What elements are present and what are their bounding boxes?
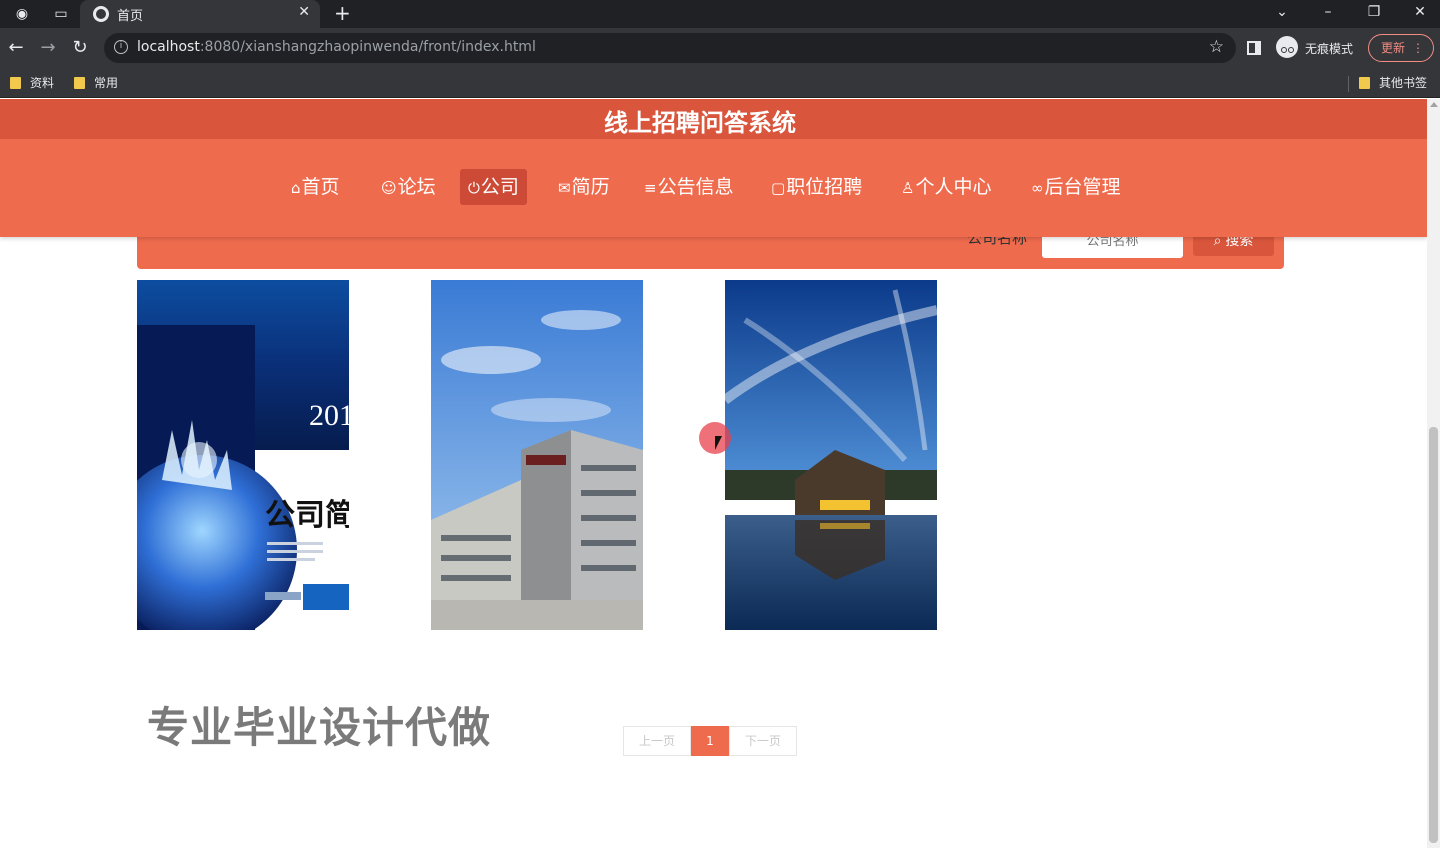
bookmark-folder-2[interactable]: 常用	[72, 74, 118, 92]
incognito-label: 无痕模式	[1305, 42, 1354, 56]
company-brochure-image: 201X 公司简介	[137, 280, 349, 630]
company-card-3[interactable]	[725, 280, 937, 630]
nav-label: 职位招聘	[786, 176, 863, 198]
link-icon: ∞	[1031, 179, 1044, 197]
nav-item-forum[interactable]: ☺论坛	[373, 169, 444, 205]
next-page-button[interactable]: 下一页	[729, 726, 797, 756]
nav-label: 公告信息	[657, 176, 734, 198]
list-icon: ≡	[644, 179, 657, 197]
bookmark-divider	[1348, 76, 1349, 92]
restore-icon[interactable]: ❐	[1364, 2, 1384, 22]
company-card-2[interactable]	[431, 280, 643, 630]
update-button[interactable]: 更新 ⋮	[1368, 34, 1434, 62]
square-icon: ▢	[771, 179, 786, 197]
tab-search-icon[interactable]: ▭	[52, 5, 70, 23]
home-icon: ⌂	[291, 179, 301, 197]
nav-item-company[interactable]: ⏻公司	[460, 169, 527, 205]
chat-icon: ☺	[381, 179, 397, 197]
nav-label: 首页	[301, 176, 340, 198]
page-number-current[interactable]: 1	[691, 726, 729, 756]
office-building-image	[431, 280, 643, 630]
info-icon[interactable]: i	[114, 40, 128, 54]
other-bookmarks-folder[interactable]: 其他书签	[1357, 74, 1427, 92]
nav-item-profile[interactable]: ♙个人中心	[893, 169, 999, 205]
main-nav: ⌂首页 ☺论坛 ⏻公司 ✉简历 ≡公告信息 ▢职位招聘 ♙个人中心 ∞后台管理	[0, 169, 1427, 205]
brochure-banner-text: 201X	[309, 399, 349, 432]
bookmark-star-icon[interactable]: ☆	[1209, 37, 1224, 57]
lakeside-building-image	[725, 280, 937, 630]
nav-item-jobs[interactable]: ▢职位招聘	[763, 169, 870, 205]
nav-item-resume[interactable]: ✉简历	[550, 169, 618, 205]
power-icon: ⏻	[468, 179, 480, 197]
nav-label: 简历	[571, 176, 610, 198]
nav-label: 个人中心	[915, 176, 992, 198]
browser-tab-bar: ◉ ▭ 首页 ✕ + ⌄ – ❐ ✕	[0, 0, 1440, 28]
url-text[interactable]: localhost:8080/xianshangzhaopinwenda/fro…	[137, 39, 536, 55]
minimize-icon[interactable]: –	[1318, 2, 1338, 22]
nav-item-admin[interactable]: ∞后台管理	[1023, 169, 1129, 205]
user-icon: ♙	[901, 179, 915, 197]
bookmarks-bar: 资料 常用 其他书签	[0, 68, 1440, 98]
close-tab-icon[interactable]: ✕	[298, 4, 310, 20]
update-label: 更新	[1381, 41, 1406, 55]
nav-item-announcements[interactable]: ≡公告信息	[636, 169, 742, 205]
chevron-down-icon[interactable]: ⌄	[1272, 2, 1292, 22]
side-panel-icon[interactable]	[1247, 41, 1261, 55]
browser-toolbar: ← → ↻ i localhost:8080/xianshangzhaopinw…	[0, 28, 1440, 68]
title-bar: 线上招聘问答系统	[0, 99, 1427, 139]
incognito-icon[interactable]	[1276, 36, 1298, 58]
tab-title: 首页	[117, 9, 144, 24]
more-menu-icon[interactable]: ⋮	[1412, 35, 1424, 61]
mail-icon: ✉	[558, 179, 571, 197]
brochure-caption: 公司简介	[265, 498, 349, 532]
bookmark-folder-1[interactable]: 资料	[8, 74, 54, 92]
forward-icon[interactable]: →	[37, 37, 59, 59]
nav-item-home[interactable]: ⌂首页	[283, 169, 348, 205]
web-page: 线上招聘问答系统 ⌂首页 ☺论坛 ⏻公司 ✉简历 ≡公告信息 ▢职位招聘 ♙个人…	[0, 99, 1427, 848]
nav-label: 后台管理	[1044, 176, 1121, 198]
nav-label: 论坛	[397, 176, 436, 198]
browser-tab[interactable]: 首页 ✕	[80, 0, 320, 28]
site-title: 线上招聘问答系统	[604, 109, 796, 137]
reload-icon[interactable]: ↻	[69, 37, 91, 59]
scroll-up-icon[interactable]	[1430, 102, 1438, 107]
scrollbar-thumb[interactable]	[1429, 427, 1438, 843]
company-card-1[interactable]: 201X 公司简介	[137, 280, 349, 630]
new-tab-icon[interactable]: +	[334, 2, 351, 24]
address-bar[interactable]: i localhost:8080/xianshangzhaopinwenda/f…	[104, 33, 1236, 63]
browser-profile-icon[interactable]: ◉	[13, 5, 31, 23]
site-header: 线上招聘问答系统 ⌂首页 ☺论坛 ⏻公司 ✉简历 ≡公告信息 ▢职位招聘 ♙个人…	[0, 99, 1427, 237]
globe-icon	[93, 6, 109, 22]
window-close-icon[interactable]: ✕	[1410, 2, 1430, 22]
watermark-text: 专业毕业设计代做	[147, 703, 492, 752]
nav-label: 公司	[480, 176, 519, 198]
back-icon[interactable]: ←	[5, 37, 27, 59]
mouse-cursor-icon	[715, 436, 722, 450]
prev-page-button[interactable]: 上一页	[623, 726, 691, 756]
page-scrollbar[interactable]	[1427, 99, 1440, 848]
